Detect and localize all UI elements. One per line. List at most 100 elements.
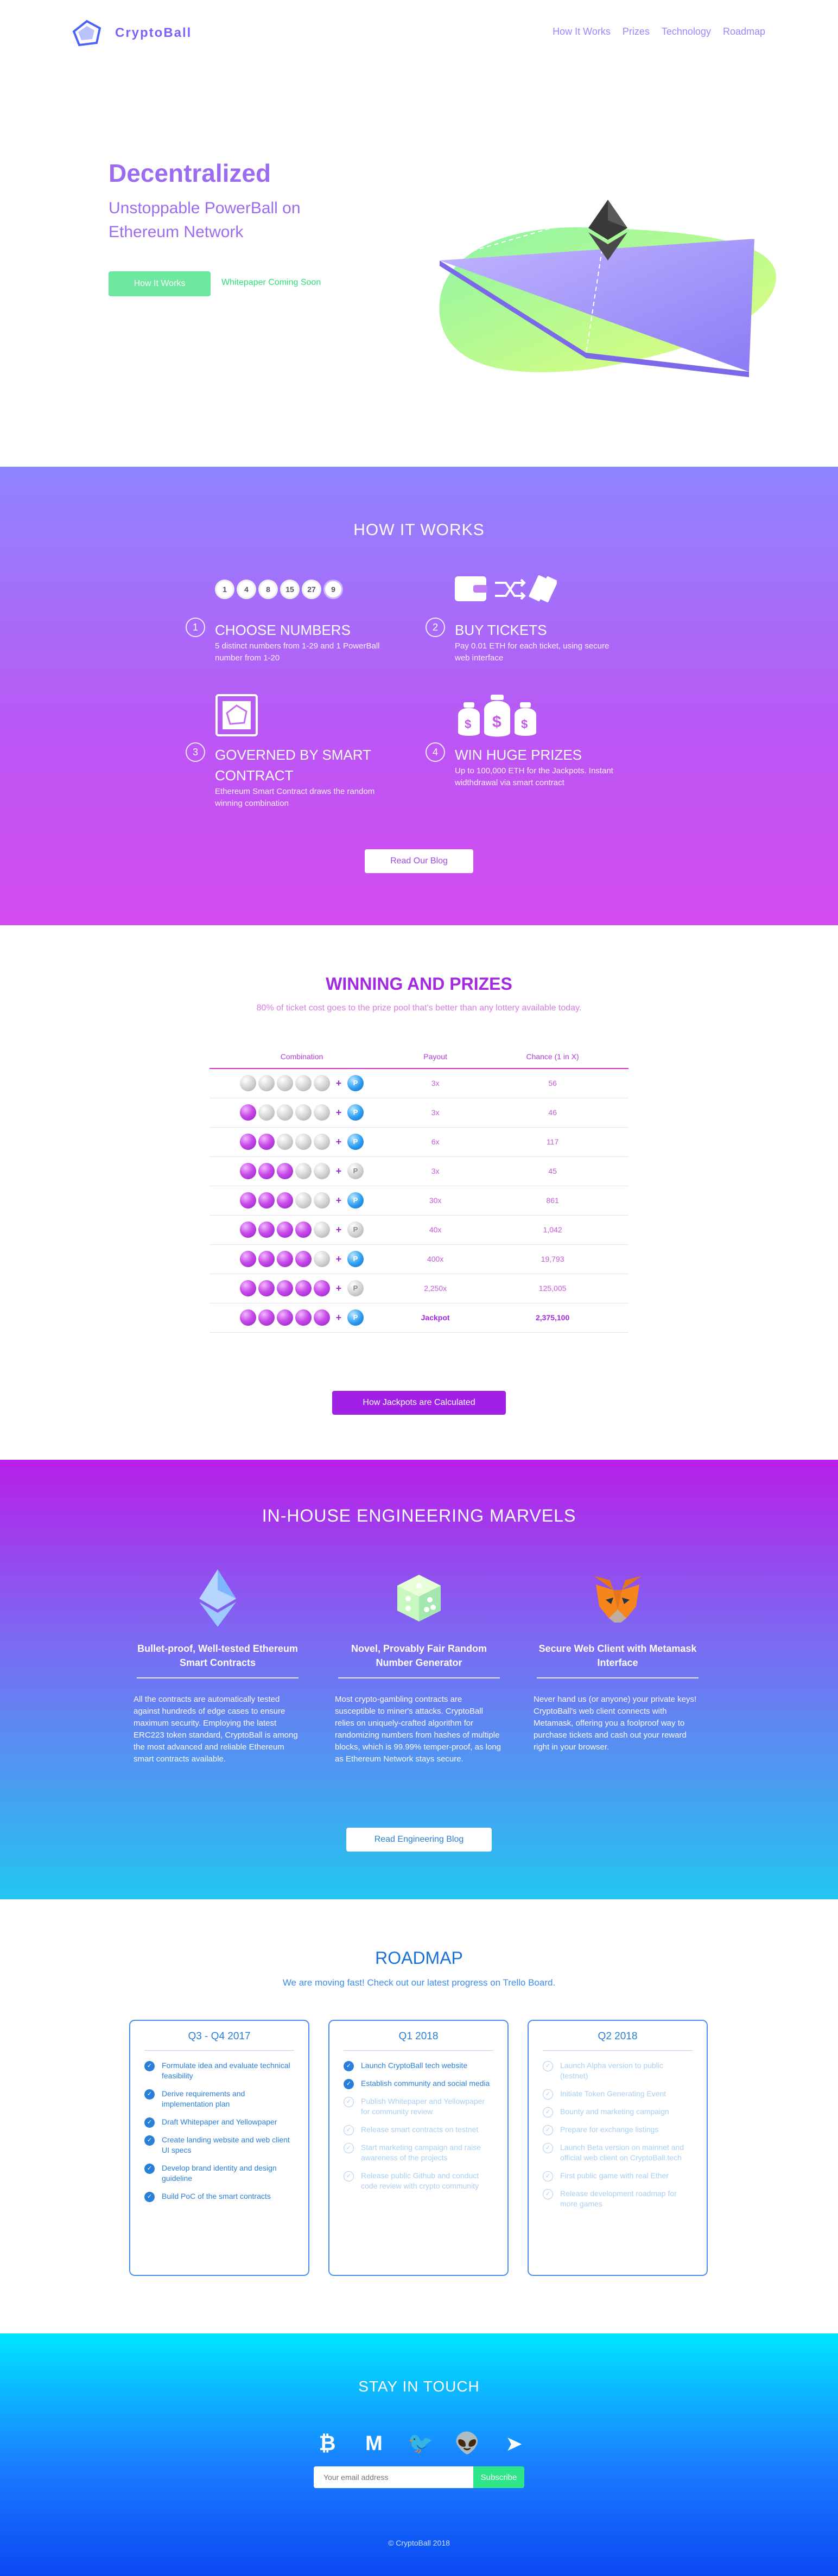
step-number: 2: [426, 618, 445, 637]
how-title: HOW IT WORKS: [353, 521, 485, 539]
brand-name: CryptoBall: [115, 26, 192, 40]
powerball-unmatched: P: [347, 1222, 364, 1238]
plus-sign: +: [335, 1282, 342, 1294]
ticket-number: 27: [302, 580, 321, 599]
roadmap-section: ROADMAP We are moving fast! Check out ou…: [0, 1899, 838, 2333]
read-blog-button[interactable]: Read Our Blog: [365, 849, 473, 873]
roadmap-item-text: Start marketing campaign and raise aware…: [361, 2143, 481, 2162]
matched-ball: [240, 1251, 256, 1267]
engineering-section: IN-HOUSE ENGINEERING MARVELS Bullet-proo…: [0, 1460, 838, 1899]
matched-ball: [277, 1251, 293, 1267]
nav-roadmap[interactable]: Roadmap: [723, 26, 765, 37]
check-outline-icon: ✓: [543, 2189, 553, 2199]
whitepaper-link[interactable]: Whitepaper Coming Soon: [221, 278, 321, 288]
roadmap-card-title: Q3 - Q4 2017: [144, 2031, 294, 2051]
brand-logo[interactable]: CryptoBall: [72, 20, 192, 47]
plus-sign: +: [335, 1312, 342, 1323]
matched-ball: [258, 1134, 275, 1150]
matched-ball: [314, 1309, 330, 1326]
check-outline-icon: ✓: [344, 2125, 354, 2135]
telegram-icon[interactable]: ➤: [501, 2431, 526, 2456]
step-desc: Ethereum Smart Contract draws the random…: [215, 787, 375, 808]
medium-icon[interactable]: M: [361, 2431, 386, 2456]
chance-cell: 45: [477, 1156, 628, 1186]
unmatched-ball: [314, 1163, 330, 1179]
combination-cell: + P: [210, 1215, 394, 1245]
table-row: + P 3x 46: [210, 1098, 628, 1128]
roadmap-item: ✓ Develop brand identity and design guide…: [144, 2163, 294, 2184]
matched-ball: [295, 1309, 312, 1326]
unmatched-ball: [277, 1075, 293, 1092]
unmatched-ball: [277, 1134, 293, 1150]
subscribe-form: Subscribe: [314, 2466, 524, 2488]
payout-cell: Jackpot: [394, 1303, 477, 1333]
payout-cell: 3x: [394, 1068, 477, 1098]
chance-cell: 46: [477, 1098, 628, 1128]
matched-ball: [258, 1309, 275, 1326]
ticket-number: 15: [280, 580, 300, 599]
chance-cell: 861: [477, 1186, 628, 1216]
subscribe-button[interactable]: Subscribe: [473, 2466, 524, 2488]
combination-cell: + P: [210, 1274, 394, 1303]
roadmap-item-text: First public game with real Ether: [560, 2171, 669, 2180]
step-title: WIN HUGE PRIZES: [455, 747, 582, 763]
matched-ball: [295, 1280, 312, 1296]
jackpot-calculation-button[interactable]: How Jackpots are Calculated: [332, 1391, 506, 1415]
hero-section: Decentralized Unstoppable PowerBall on E…: [0, 65, 838, 467]
roadmap-card: Q2 2018 ✓ Launch Alpha version to public …: [528, 2020, 708, 2276]
bitcoin-icon[interactable]: ₿: [315, 2431, 340, 2456]
matched-ball: [277, 1222, 293, 1238]
roadmap-item: ✓ Launch Alpha version to public (testnet…: [543, 2060, 693, 2081]
ethereum-diamond-icon: [199, 1569, 236, 1627]
nav-technology[interactable]: Technology: [662, 26, 711, 37]
matched-ball: [240, 1192, 256, 1209]
payout-cell: 3x: [394, 1156, 477, 1186]
nav-how-it-works[interactable]: How It Works: [553, 26, 611, 37]
plus-sign: +: [335, 1136, 342, 1147]
matched-ball: [295, 1222, 312, 1238]
combination-cell: + P: [210, 1068, 394, 1098]
roadmap-item: ✓ Launch Beta version on mainnet and offi…: [543, 2142, 693, 2163]
roadmap-item: ✓ Release public Github and conduct code …: [344, 2171, 493, 2191]
unmatched-ball: [277, 1104, 293, 1121]
chance-cell: 56: [477, 1068, 628, 1098]
roadmap-item-text: Publish Whitepaper and Yellowpaper for c…: [361, 2097, 485, 2116]
email-input[interactable]: [314, 2466, 473, 2488]
payout-cell: 400x: [394, 1244, 477, 1274]
roadmap-item-text: Prepare for exchange listings: [560, 2125, 659, 2134]
step-title: BUY TICKETS: [455, 622, 547, 638]
payout-cell: 3x: [394, 1098, 477, 1128]
matched-ball: [277, 1192, 293, 1209]
nav-prizes[interactable]: Prizes: [623, 26, 650, 37]
matched-ball: [240, 1309, 256, 1326]
roadmap-item: ✓ Bounty and marketing campaign: [543, 2107, 693, 2117]
combination-cell: + P: [210, 1303, 394, 1333]
combination-cell: + P: [210, 1127, 394, 1157]
payout-cell: 6x: [394, 1127, 477, 1157]
unmatched-ball: [295, 1163, 312, 1179]
powerball-unmatched: P: [347, 1280, 364, 1296]
prizes-section: WINNING AND PRIZES 80% of ticket cost go…: [0, 925, 838, 1460]
how-it-works-section: HOW IT WORKS 1 4 8 15 27 9 $ $ $ 1 CHOOS…: [0, 467, 838, 925]
combination-cell: + P: [210, 1186, 394, 1216]
roadmap-item-text: Release smart contracts on testnet: [361, 2125, 479, 2134]
table-row: + P 40x 1,042: [210, 1215, 628, 1245]
engineering-blog-button[interactable]: Read Engineering Blog: [346, 1828, 492, 1852]
check-outline-icon: ✓: [543, 2143, 553, 2153]
twitter-icon[interactable]: 🐦: [408, 2431, 433, 2456]
ticket-numbers-icon: 1 4 8 15 27 9: [215, 580, 343, 599]
smart-contract-safe-icon: [215, 694, 258, 736]
reddit-icon[interactable]: 👽: [454, 2431, 480, 2456]
table-header-row: Combination Payout Chance (1 in X): [210, 1045, 628, 1069]
table-row: + P Jackpot 2,375,100: [210, 1303, 628, 1333]
roadmap-item: ✓ Build PoC of the smart contracts: [144, 2191, 294, 2202]
unmatched-ball: [314, 1222, 330, 1238]
money-bags-icon: $ $ $: [458, 695, 536, 737]
check-outline-icon: ✓: [543, 2061, 553, 2071]
how-it-works-button[interactable]: How It Works: [109, 271, 211, 296]
svg-text:$: $: [521, 717, 528, 731]
roadmap-card: Q3 - Q4 2017 ✓ Formulate idea and evaluat…: [129, 2020, 309, 2276]
chance-cell: 125,005: [477, 1274, 628, 1303]
combination-cell: + P: [210, 1098, 394, 1128]
table-row: + P 2,250x 125,005: [210, 1274, 628, 1303]
